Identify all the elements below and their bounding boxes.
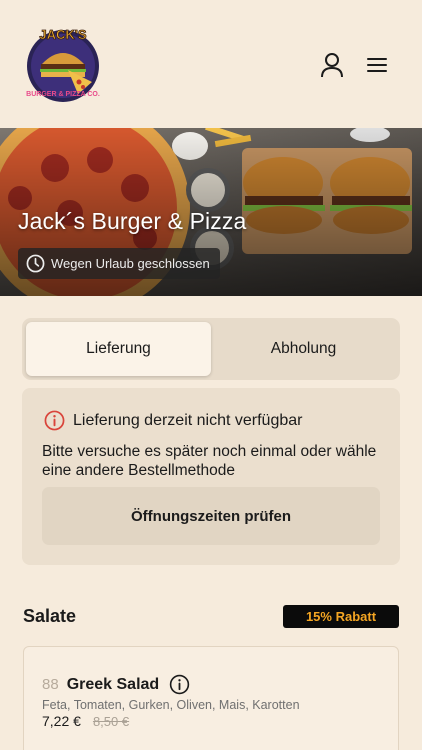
product-old-price: 8,50 € — [92, 714, 130, 729]
user-icon[interactable] — [315, 48, 349, 82]
hamburger-menu-icon[interactable] — [360, 48, 394, 82]
logo-top-text: JACK'S — [39, 27, 86, 42]
product-price: 7,22 € — [42, 713, 81, 729]
order-mode-switch: Lieferung Abholung — [22, 318, 400, 380]
clock-icon — [26, 254, 45, 273]
status-text: Wegen Urlaub geschlossen — [51, 256, 210, 271]
tab-delivery[interactable]: Lieferung — [26, 322, 211, 376]
app-header: JACK'S BURGER & PIZZA CO. — [0, 0, 422, 128]
info-icon — [44, 410, 65, 431]
logo-bottom-text: BURGER & PIZZA CO. — [26, 91, 100, 98]
product-description: Feta, Tomaten, Gurken, Oliven, Mais, Kar… — [42, 698, 300, 712]
check-opening-hours-button[interactable]: Öffnungszeiten prüfen — [42, 487, 380, 545]
section-title-salads: Salate — [23, 606, 77, 626]
tab-pickup[interactable]: Abholung — [211, 322, 396, 376]
brand-logo[interactable]: JACK'S BURGER & PIZZA CO. — [24, 24, 102, 104]
product-info-icon[interactable] — [169, 674, 190, 695]
restaurant-title: Jack´s Burger & Pizza — [18, 208, 247, 234]
product-number: 88 — [42, 676, 59, 693]
status-badge: Wegen Urlaub geschlossen — [18, 248, 220, 279]
product-header: 88 Greek Salad — [42, 674, 190, 695]
notice-message: Bitte versuche es später noch einmal ode… — [42, 443, 377, 479]
product-card[interactable]: 88 Greek Salad Feta, Tomaten, Gurken, Ol… — [23, 646, 399, 750]
notice-title: Lieferung derzeit nicht verfügbar — [73, 411, 303, 429]
discount-badge: 15% Rabatt — [283, 605, 399, 628]
product-name: Greek Salad — [66, 675, 160, 693]
notice-header: Lieferung derzeit nicht verfügbar — [44, 410, 302, 431]
delivery-unavailable-notice: Lieferung derzeit nicht verfügbar Bitte … — [22, 388, 400, 565]
product-price-row: 7,22 € 8,50 € — [42, 713, 129, 729]
